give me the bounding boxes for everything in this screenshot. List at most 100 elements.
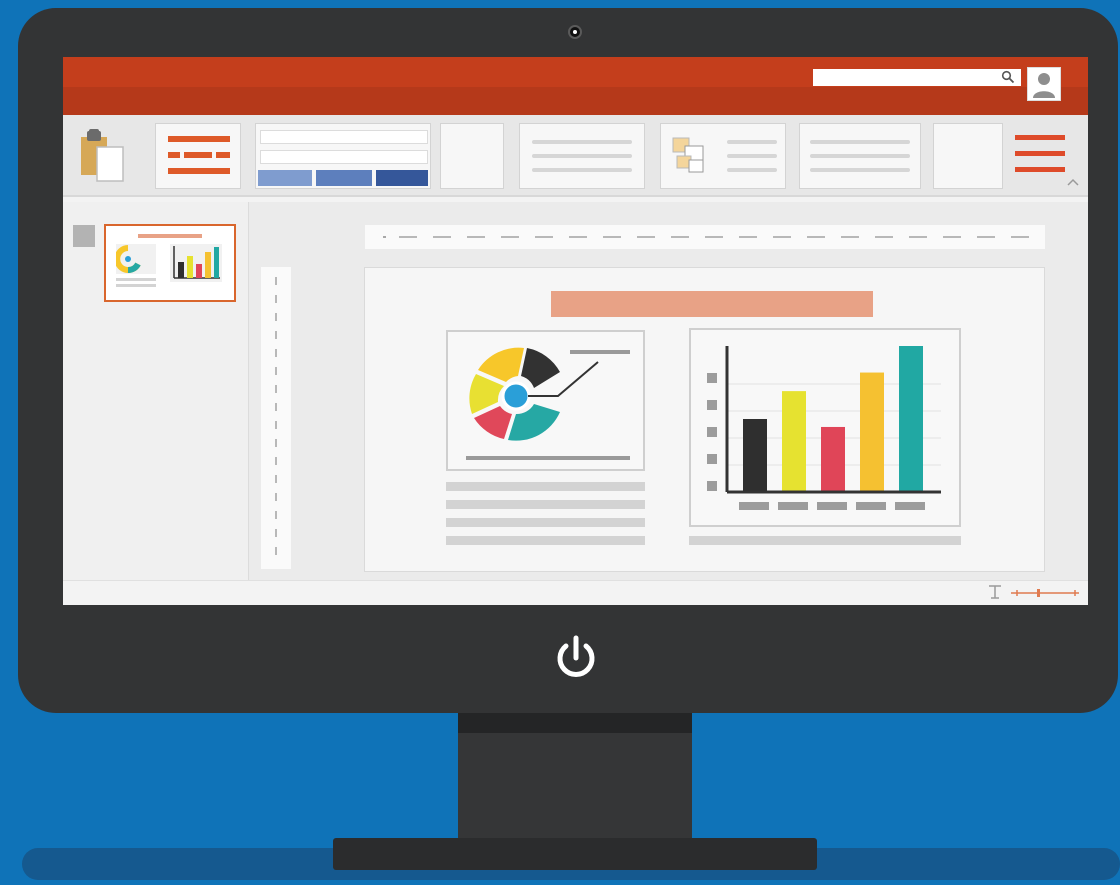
ruler-tick	[275, 511, 277, 519]
vertical-ruler[interactable]	[261, 267, 291, 569]
ruler-tick	[275, 385, 277, 393]
bar-4	[860, 372, 884, 492]
ruler-tick	[275, 439, 277, 447]
title-bar-band	[63, 87, 1088, 115]
donut-segment-1	[478, 347, 524, 382]
clipboard-paste-icon[interactable]	[77, 125, 133, 189]
slide-title-placeholder[interactable]	[551, 291, 873, 317]
ruler-tick	[739, 236, 757, 238]
ruler-tick	[275, 313, 277, 321]
search-icon[interactable]	[1001, 70, 1015, 84]
drawing-group[interactable]	[799, 123, 921, 189]
bar-3	[821, 426, 845, 492]
chevron-up-icon[interactable]	[1066, 177, 1080, 187]
x-tick-label	[856, 502, 886, 510]
ruler-tick	[275, 493, 277, 501]
text-line	[446, 536, 645, 545]
slide-thumbnail-icon[interactable]	[104, 224, 236, 302]
ruler-tick	[275, 367, 277, 375]
blank-group-icon[interactable]	[933, 123, 1003, 189]
font-name-box[interactable]	[260, 130, 428, 144]
ruler-tick	[569, 236, 587, 238]
arrange-group[interactable]	[660, 123, 786, 189]
webcam-icon	[568, 25, 582, 39]
power-icon[interactable]	[548, 632, 604, 684]
y-tick-label	[707, 427, 717, 437]
font-style-swatch-3[interactable]	[376, 170, 428, 186]
text-line	[689, 536, 961, 545]
menu-icon[interactable]	[1015, 133, 1065, 179]
font-size-box[interactable]	[260, 150, 428, 164]
ruler-tick	[275, 349, 277, 357]
ruler-tick	[977, 236, 995, 238]
ruler-tick	[467, 236, 485, 238]
ruler-tick	[433, 236, 451, 238]
status-bar	[63, 580, 1088, 605]
layout-group[interactable]	[155, 123, 241, 189]
ruler-tick	[501, 236, 519, 238]
bar-2	[782, 391, 806, 492]
ruler-tick	[275, 547, 277, 555]
donut-chart-icon	[466, 347, 630, 460]
app-window	[63, 57, 1088, 605]
text-line	[446, 518, 645, 527]
mini-donut-icon	[116, 244, 156, 287]
y-tick-label	[707, 481, 717, 491]
ruler-tick	[275, 421, 277, 429]
zoom-slider-icon[interactable]	[987, 584, 1083, 602]
paragraph-group[interactable]	[519, 123, 645, 189]
text-line	[446, 500, 645, 509]
paragraph-icon	[532, 140, 632, 144]
monitor-stand-shadow	[458, 713, 692, 733]
bar-5	[899, 346, 923, 492]
donut-center	[501, 381, 531, 411]
ruler-tick	[275, 295, 277, 303]
y-tick-label	[707, 373, 717, 383]
search-input[interactable]	[813, 69, 1021, 86]
x-tick-label	[895, 502, 925, 510]
slide-number-badge	[73, 225, 95, 247]
text-line	[446, 482, 645, 491]
drawing-icon	[810, 140, 910, 144]
y-tick-label	[707, 454, 717, 464]
font-group[interactable]	[255, 123, 431, 189]
ruler-tick	[943, 236, 961, 238]
y-tick-label	[707, 400, 717, 410]
x-tick-label	[817, 502, 847, 510]
bar-chart-card[interactable]	[689, 328, 961, 527]
ruler-tick	[637, 236, 655, 238]
bar-1	[743, 419, 767, 492]
layout-icon	[168, 136, 230, 142]
ruler-tick	[603, 236, 621, 238]
ruler-tick	[841, 236, 859, 238]
ribbon	[63, 115, 1088, 197]
monitor-stand-base	[333, 838, 817, 870]
blank-group-icon[interactable]	[440, 123, 504, 189]
ruler-tick	[773, 236, 791, 238]
font-style-swatch-1[interactable]	[258, 170, 312, 186]
ruler-tick	[535, 236, 553, 238]
ruler-tick	[275, 403, 277, 411]
donut-segment-2	[521, 348, 560, 388]
ruler-tick	[807, 236, 825, 238]
arrange-shapes-icon	[672, 137, 704, 173]
mini-bar-chart-icon	[170, 244, 222, 282]
ruler-tick	[705, 236, 723, 238]
ruler-tick	[275, 457, 277, 465]
ruler-tick	[275, 529, 277, 537]
ruler-tick	[399, 236, 417, 238]
user-icon[interactable]	[1027, 67, 1061, 101]
x-tick-label	[778, 502, 808, 510]
x-tick-label	[739, 502, 769, 510]
ruler-tick	[275, 277, 277, 285]
donut-chart-card[interactable]	[446, 330, 645, 471]
ruler-tick	[275, 331, 277, 339]
ruler-tick	[275, 475, 277, 483]
horizontal-ruler[interactable]	[365, 225, 1045, 249]
bar-chart-icon	[707, 346, 941, 510]
ruler-tick	[671, 236, 689, 238]
ruler-tick	[1011, 236, 1029, 238]
ruler-tick	[875, 236, 893, 238]
donut-segment-4	[474, 406, 512, 439]
font-style-swatch-2[interactable]	[316, 170, 372, 186]
